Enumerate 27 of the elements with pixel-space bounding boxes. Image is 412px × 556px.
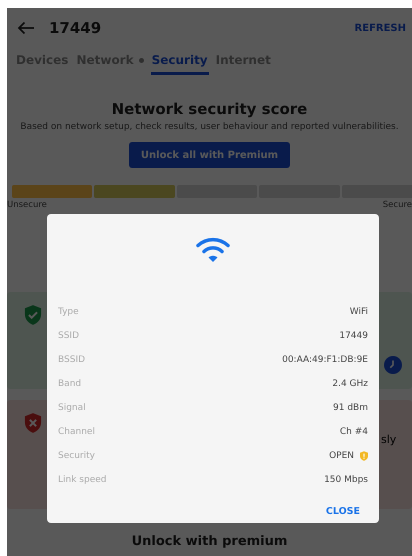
info-value: WiFi — [350, 307, 368, 317]
info-label: Type — [58, 307, 79, 317]
score-description: Based on network setup, check results, user behaviour and reported vulnerabilities. — [19, 122, 400, 132]
info-value: 17449 — [339, 331, 368, 341]
info-value: 2.4 GHz — [332, 379, 368, 389]
refresh-button[interactable]: REFRESH — [354, 22, 406, 34]
info-label: Band — [58, 379, 82, 389]
info-label: SSID — [58, 331, 80, 341]
info-value: 91 dBm — [333, 403, 368, 413]
scale-high-label: Secure — [382, 200, 412, 210]
info-value: 150 Mbps — [324, 475, 368, 485]
screen-title: 17449 — [49, 19, 102, 37]
card-text: sly — [381, 433, 396, 446]
info-label: BSSID — [58, 355, 86, 365]
info-value: 00:AA:49:F1:DB:9E — [282, 355, 368, 365]
info-label: Signal — [58, 403, 86, 413]
premium-title: Unlock with premium — [130, 534, 288, 549]
close-button[interactable]: CLOSE — [322, 502, 364, 521]
info-value: Ch #4 — [340, 427, 368, 437]
info-value: OPEN — [329, 451, 354, 461]
info-label: Channel — [58, 427, 95, 437]
tab[interactable]: Security — [150, 48, 209, 75]
info-label: Security — [58, 451, 95, 461]
info-label: Link speed — [58, 475, 106, 485]
score-title: Network security score — [110, 100, 308, 118]
premium-button[interactable]: Unlock all with Premium — [128, 142, 290, 168]
scale-low-label: Unsecure — [7, 200, 47, 210]
